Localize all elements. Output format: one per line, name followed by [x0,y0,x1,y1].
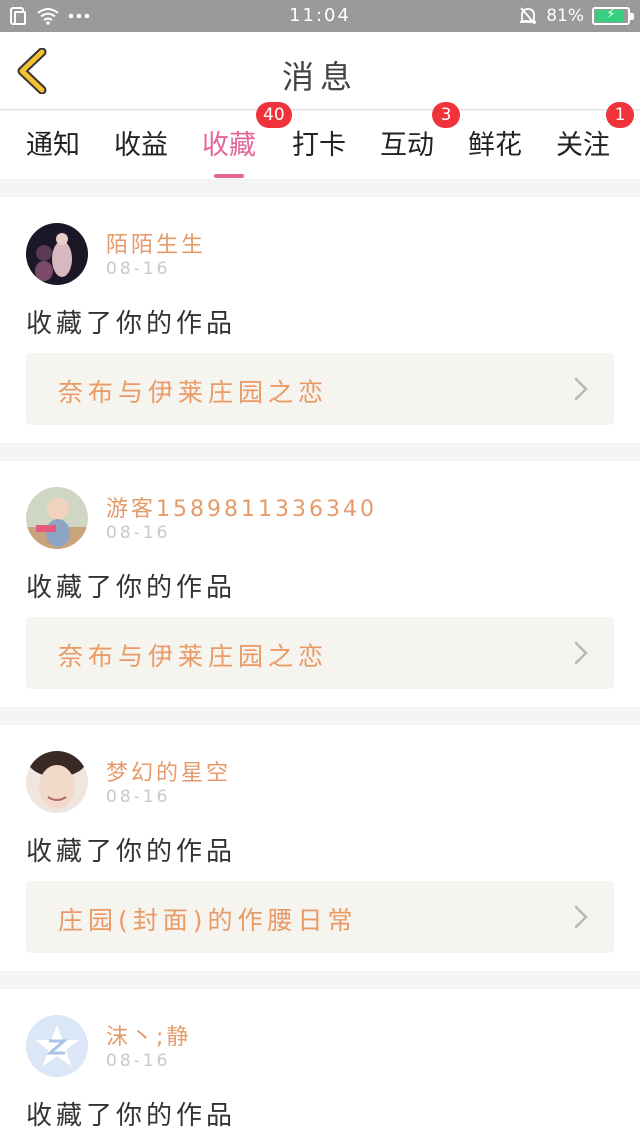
message-text: 收藏了你的作品 [26,309,237,339]
message-card: 梦幻的星空 08-16 收藏了你的作品 庄园(封面)的作腰日常 [0,725,640,971]
charging-bolt-icon: ⚡ [606,7,616,22]
favorites-badge: 40 [256,102,292,128]
chevron-right-icon [574,905,588,929]
page-title: 消息 [281,58,358,96]
tab-label: 收益 [114,130,168,161]
following-badge: 1 [606,102,634,128]
tab-bar: 通知 收益 收藏 40 打卡 互动 3 鲜花 关注 1 [0,102,640,179]
chevron-right-icon [574,641,588,665]
tab-favorites[interactable]: 收藏 [202,123,256,178]
avatar[interactable] [26,223,88,285]
message-date: 08-16 [106,259,171,279]
chevron-right-icon [574,377,588,401]
message-date: 08-16 [106,787,171,807]
status-right: 81% ⚡ [518,6,634,26]
status-bar: 11:04 81% ⚡ [0,0,640,32]
tab-label: 通知 [26,130,80,161]
message-date: 08-16 [106,1051,171,1071]
tab-label: 鲜花 [468,130,522,161]
tab-flowers[interactable]: 鲜花 [468,123,522,162]
mute-bell-icon [520,7,537,25]
tab-label: 打卡 [292,130,346,161]
username[interactable]: 沫丶;静 [106,1019,191,1051]
avatar[interactable] [26,487,88,549]
tab-label: 关注 [556,130,610,161]
work-title: 奈布与伊莱庄园之恋 [58,642,329,671]
tab-checkin[interactable]: 打卡 [292,123,346,162]
tab-label: 收藏 [202,130,256,161]
work-link[interactable]: 奈布与伊莱庄园之恋 [26,617,614,689]
message-card: 游客1589811336340 08-16 收藏了你的作品 奈布与伊莱庄园之恋 [0,461,640,707]
tab-interaction[interactable]: 互动 [380,123,434,162]
message-date: 08-16 [106,523,171,543]
active-tab-indicator [214,174,244,178]
tab-notifications[interactable]: 通知 [26,123,80,162]
tab-following[interactable]: 关注 [556,123,610,162]
message-text: 收藏了你的作品 [26,573,237,603]
battery-tip [630,13,634,20]
message-card: 沫丶;静 08-16 收藏了你的作品 [0,989,640,1138]
tab-label: 互动 [380,130,434,161]
battery-percent: 81% [546,6,584,26]
battery-icon: ⚡ [592,7,634,25]
username[interactable]: 游客1589811336340 [106,491,377,523]
work-link[interactable]: 奈布与伊莱庄园之恋 [26,353,614,425]
username[interactable]: 陌陌生生 [106,227,206,259]
interaction-badge: 3 [432,102,460,128]
work-link[interactable]: 庄园(封面)的作腰日常 [26,881,614,953]
message-text: 收藏了你的作品 [26,1101,237,1131]
work-title: 奈布与伊莱庄园之恋 [58,378,329,407]
message-text: 收藏了你的作品 [26,837,237,867]
title-bar: 消息 [0,32,640,110]
username[interactable]: 梦幻的星空 [106,755,231,787]
default-avatar-icon[interactable] [26,1015,88,1077]
message-card: 陌陌生生 08-16 收藏了你的作品 奈布与伊莱庄园之恋 [0,197,640,443]
tab-earnings[interactable]: 收益 [114,123,168,162]
work-title: 庄园(封面)的作腰日常 [58,906,358,935]
avatar[interactable] [26,751,88,813]
